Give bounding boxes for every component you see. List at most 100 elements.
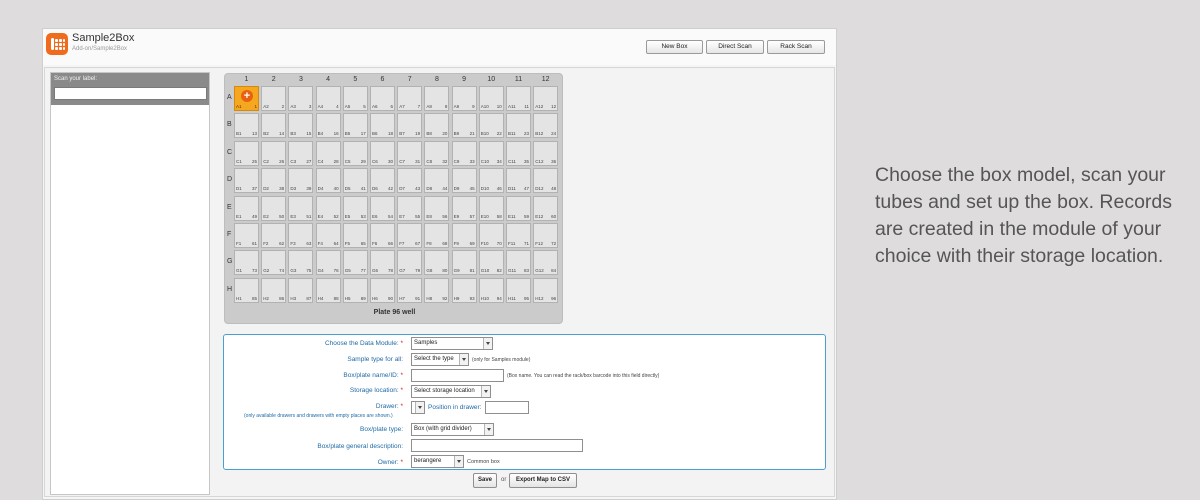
plate-well[interactable]: H3 87 [288,277,314,303]
plate-well[interactable]: E3 51 [288,195,314,221]
add-tube-icon[interactable]: + [241,90,253,102]
plate-well[interactable]: A12 12 [533,86,559,111]
plate-well[interactable]: D2 38 [261,168,287,194]
plate-well[interactable]: C10 34 [478,140,504,166]
direct-scan-button[interactable]: Direct Scan [706,40,764,54]
plate-well[interactable]: E10 58 [478,195,504,221]
plate-well[interactable]: C9 33 [451,140,477,166]
plate-well[interactable]: B3 15 [288,113,314,139]
plate-well[interactable]: A11 11 [506,86,531,111]
plate-well[interactable]: B11 23 [506,113,531,139]
plate-well[interactable]: D12 48 [533,168,559,194]
storage-location-select[interactable]: Select storage location [411,385,491,398]
plate-well[interactable]: D10 46 [478,168,504,194]
plate-well[interactable]: G2 74 [261,250,287,276]
plate-well[interactable]: B12 24 [533,113,559,139]
plate-well[interactable]: E2 50 [261,195,287,221]
description-input[interactable] [411,439,583,452]
plate-well[interactable]: E1 49 [234,195,259,221]
plate-well[interactable]: G1 73 [234,250,259,276]
plate-well[interactable]: G3 75 [288,250,314,276]
plate-well[interactable]: E11 59 [506,195,531,221]
plate-well[interactable]: F3 63 [288,223,314,248]
plate-well[interactable]: H5 89 [342,277,368,303]
plate-well[interactable]: H6 90 [370,277,395,303]
plate-well[interactable]: A2 2 [261,86,287,111]
plate-well[interactable]: C6 30 [370,140,395,166]
plate-well[interactable]: B1 13 [234,113,259,139]
plate-well[interactable]: C7 31 [397,140,423,166]
plate-well[interactable]: G8 80 [424,250,450,276]
plate-well[interactable]: A8 8 [424,86,450,111]
plate-well[interactable]: G9 81 [451,250,477,276]
plate-well[interactable]: H9 93 [451,277,477,303]
data-module-select[interactable]: Samples [411,337,493,350]
plate-well[interactable]: F9 69 [451,223,477,248]
plate-well[interactable]: E5 53 [342,195,368,221]
plate-well[interactable]: D6 42 [370,168,395,194]
plate-well[interactable]: C11 35 [506,140,531,166]
save-button[interactable]: Save [473,473,497,488]
plate-well[interactable]: A3 3 [288,86,314,111]
plate-well[interactable]: F12 72 [533,223,559,248]
box-name-input[interactable] [411,369,504,382]
plate-well[interactable]: H8 92 [424,277,450,303]
plate-well[interactable]: G5 77 [342,250,368,276]
plate-well[interactable]: G4 76 [315,250,341,276]
plate-well[interactable]: C5 29 [342,140,368,166]
plate-well[interactable]: B7 19 [397,113,423,139]
plate-well[interactable]: E9 57 [451,195,477,221]
plate-well[interactable]: F8 68 [424,223,450,248]
plate-well[interactable]: F4 64 [315,223,341,248]
plate-well[interactable]: F2 62 [261,223,287,248]
plate-well[interactable]: H11 95 [506,277,531,303]
plate-well[interactable]: F10 70 [478,223,504,248]
plate-well[interactable]: B5 17 [342,113,368,139]
plate-well[interactable]: G7 79 [397,250,423,276]
plate-well[interactable]: G6 78 [370,250,395,276]
plate-well[interactable]: C1 25 [234,140,259,166]
plate-well[interactable]: A4 4 [315,86,341,111]
plate-well[interactable]: B2 14 [261,113,287,139]
plate-well[interactable]: H2 86 [261,277,287,303]
plate-well[interactable]: C2 26 [261,140,287,166]
plate-well[interactable]: G10 82 [478,250,504,276]
plate-well[interactable]: H7 91 [397,277,423,303]
plate-well[interactable]: H12 96 [533,277,559,303]
plate-well[interactable]: D1 37 [234,168,259,194]
plate-well[interactable]: E4 52 [315,195,341,221]
plate-well[interactable]: D11 47 [506,168,531,194]
plate-well[interactable]: D8 44 [424,168,450,194]
rack-scan-button[interactable]: Rack Scan [767,40,825,54]
plate-well[interactable]: G11 83 [506,250,531,276]
plate-well[interactable]: F7 67 [397,223,423,248]
plate-well[interactable]: + A1 1 [234,86,259,111]
plate-well[interactable]: E6 54 [370,195,395,221]
plate-well[interactable]: A5 5 [342,86,368,111]
plate-well[interactable]: E12 60 [533,195,559,221]
plate-well[interactable]: E7 55 [397,195,423,221]
position-in-drawer-input[interactable] [485,401,529,414]
plate-well[interactable]: C12 36 [533,140,559,166]
plate-well[interactable]: B4 16 [315,113,341,139]
plate-well[interactable]: F6 66 [370,223,395,248]
export-csv-button[interactable]: Export Map to CSV [509,473,577,488]
plate-well[interactable]: D3 39 [288,168,314,194]
plate-well[interactable]: H4 88 [315,277,341,303]
plate-well[interactable]: D4 40 [315,168,341,194]
plate-well[interactable]: B10 22 [478,113,504,139]
plate-well[interactable]: A6 6 [370,86,395,111]
plate-well[interactable]: G12 84 [533,250,559,276]
drawer-select[interactable] [411,401,425,414]
owner-select[interactable]: berangere [411,455,464,468]
sample-type-select[interactable]: Select the type [411,353,469,366]
plate-well[interactable]: D7 43 [397,168,423,194]
plate-well[interactable]: A9 9 [451,86,477,111]
plate-well[interactable]: A10 10 [478,86,504,111]
scan-label-input[interactable] [54,87,207,100]
plate-well[interactable]: A7 7 [397,86,423,111]
plate-well[interactable]: C8 32 [424,140,450,166]
plate-well[interactable]: F11 71 [506,223,531,248]
plate-well[interactable]: B9 21 [451,113,477,139]
plate-well[interactable]: B6 18 [370,113,395,139]
